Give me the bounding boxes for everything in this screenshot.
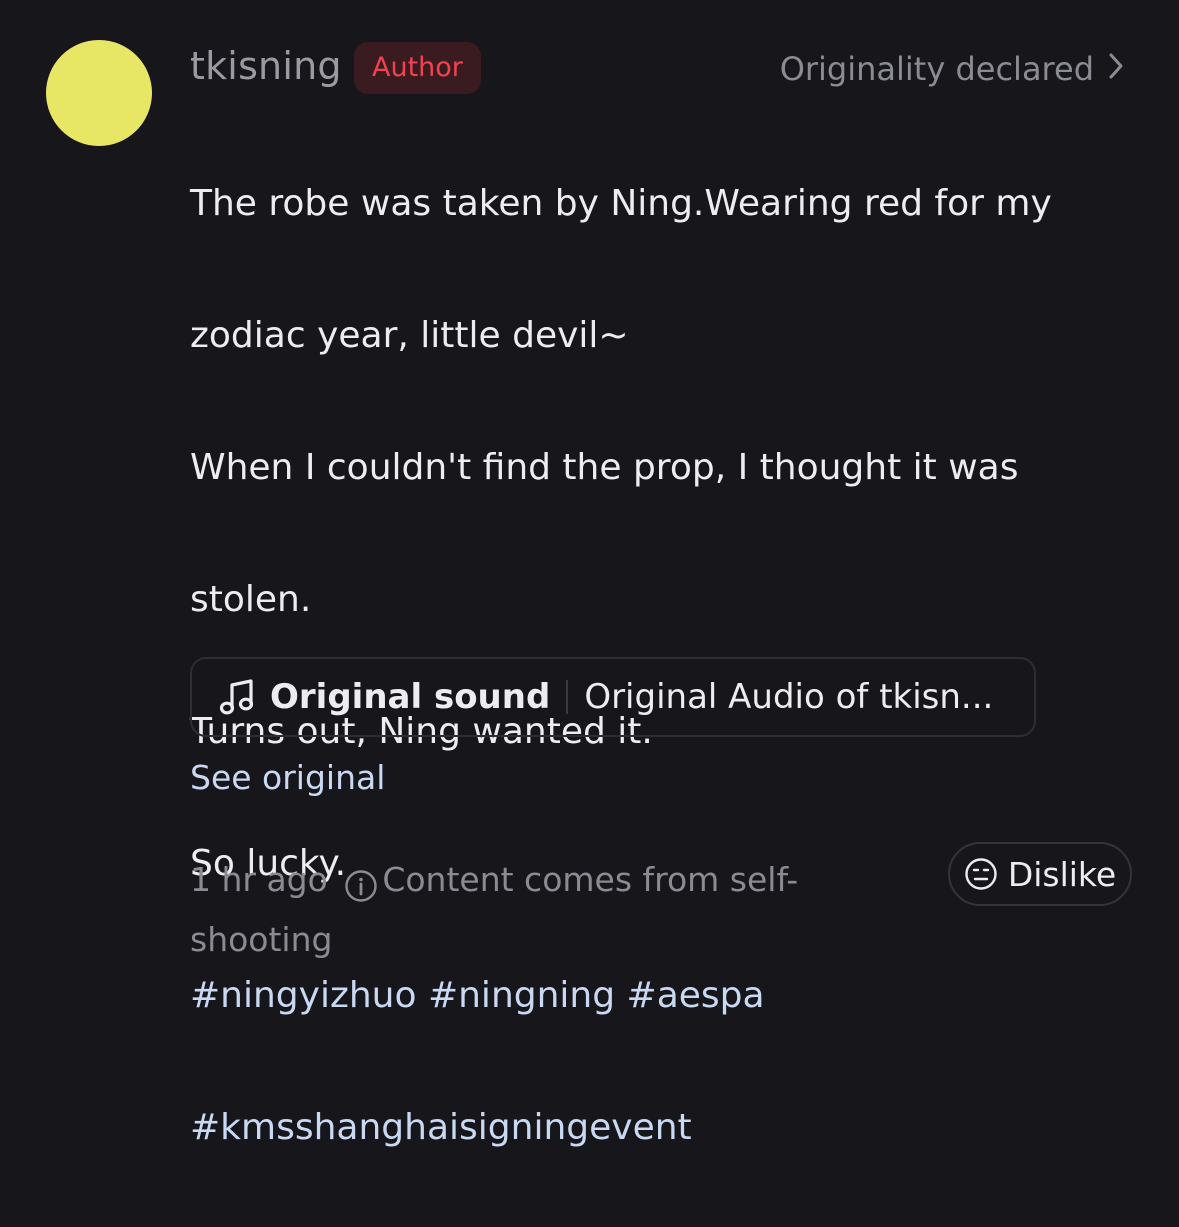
music-note-icon <box>218 677 258 717</box>
avatar[interactable] <box>46 40 152 146</box>
sound-label: Original sound <box>270 677 551 717</box>
original-sound-card[interactable]: Original sound Original Audio of tkisn..… <box>190 657 1036 737</box>
see-original-link[interactable]: See original <box>190 758 385 797</box>
info-icon[interactable] <box>344 862 378 902</box>
dislike-label: Dislike <box>1007 854 1117 894</box>
username[interactable]: tkisning <box>190 44 342 88</box>
post-meta: 1 hr ago Content comes from self-shootin… <box>190 850 870 970</box>
sound-title: Original Audio of tkisn... <box>584 677 994 717</box>
post-time: 1 hr ago <box>190 860 328 899</box>
post-header: tkisning Author Originality declared <box>190 40 1130 98</box>
originality-declared-link[interactable]: Originality declared <box>780 50 1126 88</box>
content-line: stolen. <box>190 579 312 620</box>
originality-label: Originality declared <box>779 50 1094 88</box>
content-line: When I couldn't find the prop, I thought… <box>190 447 1019 488</box>
dislike-face-icon <box>964 857 998 891</box>
divider <box>566 680 569 714</box>
dislike-button[interactable]: Dislike <box>948 842 1132 906</box>
content-line: zodiac year, little devil~ <box>190 315 629 356</box>
hashtags-line[interactable]: #kmsshanghaisigningevent <box>190 1095 1140 1161</box>
chevron-right-icon <box>1106 51 1126 87</box>
hashtags-line[interactable]: #ningyizhuo #ningning #aespa <box>190 963 1140 1029</box>
content-line: The robe was taken by Ning.Wearing red f… <box>190 183 1052 224</box>
author-badge: Author <box>354 42 481 94</box>
